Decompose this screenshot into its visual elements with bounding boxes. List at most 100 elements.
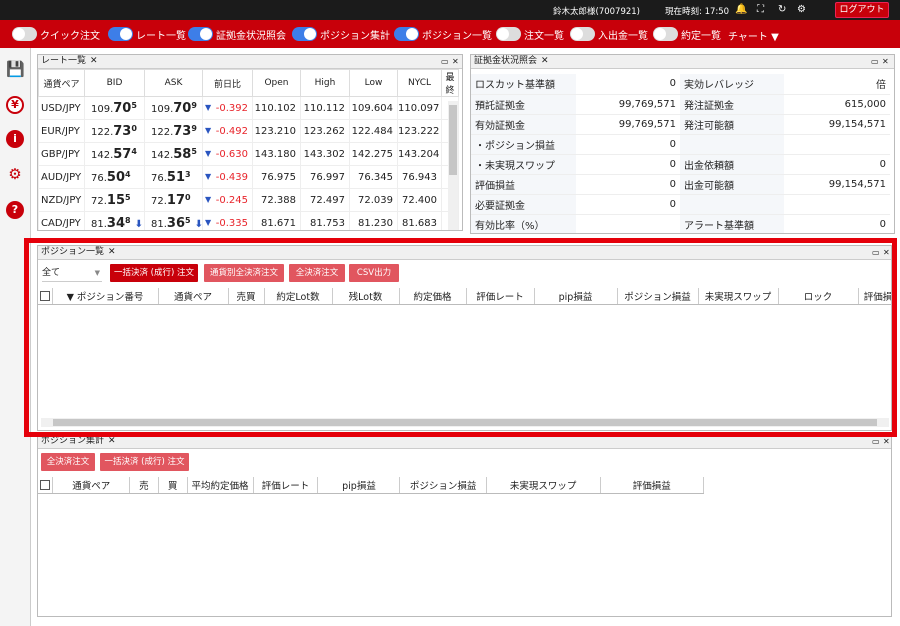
close-icon[interactable]: ✕: [108, 436, 116, 446]
panel-close-icon[interactable]: ✕: [452, 55, 459, 68]
col-header[interactable]: ポジション損益: [617, 288, 699, 305]
ask-cell[interactable]: 72.170: [144, 188, 203, 212]
maximize-icon[interactable]: ▭: [871, 55, 879, 68]
down-triangle-icon: ▼: [205, 125, 212, 135]
col-header[interactable]: ASK: [144, 69, 203, 97]
bid-cell[interactable]: 81.348 ⬇: [84, 211, 145, 230]
col-header[interactable]: ポジション損益: [399, 477, 487, 494]
bid-cell[interactable]: 109.705: [84, 96, 145, 120]
ask-cell[interactable]: 81.365 ⬇: [144, 211, 203, 230]
close-icon[interactable]: ✕: [541, 56, 549, 66]
col-header[interactable]: 評価損益: [600, 477, 705, 494]
toggle-switch[interactable]: [570, 27, 595, 41]
bid-cell[interactable]: 142.574: [84, 142, 145, 166]
col-header[interactable]: 平均約定価格: [187, 477, 254, 494]
toggle-position-summary[interactable]: ポジション集計: [292, 26, 390, 42]
col-header[interactable]: 通貨ペア: [52, 477, 131, 494]
col-header[interactable]: NYCL: [397, 69, 442, 97]
maximize-icon[interactable]: ▭: [872, 435, 880, 448]
ask-cell[interactable]: 76.513: [144, 165, 203, 189]
table-row[interactable]: GBP/JPY 142.574 142.585 ▼ -0.630 143.180 143.3…: [38, 142, 459, 166]
col-header[interactable]: ▼ ポジション番号: [52, 288, 159, 305]
save-icon[interactable]: 💾: [6, 60, 25, 78]
col-header[interactable]: 売: [129, 477, 159, 494]
help-icon[interactable]: ?: [6, 201, 24, 219]
toggle-switch[interactable]: [653, 27, 678, 41]
panel-close-icon[interactable]: ✕: [883, 246, 890, 259]
col-header[interactable]: 売買: [228, 288, 265, 305]
col-header[interactable]: pip損益: [534, 288, 618, 305]
col-header[interactable]: 未実現スワップ: [698, 288, 779, 305]
col-header[interactable]: 通貨ペア: [158, 288, 229, 305]
bell-icon[interactable]: 🔔: [735, 4, 747, 15]
col-header[interactable]: 約定価格: [399, 288, 467, 305]
close-all-button[interactable]: 全決済注文: [289, 264, 345, 282]
bulk-market-close-button[interactable]: 一括決済 (成行) 注文: [100, 453, 189, 471]
ask-cell[interactable]: 109.709: [144, 96, 203, 120]
col-header[interactable]: BID: [84, 69, 145, 97]
col-header[interactable]: 評価レート: [253, 477, 319, 494]
bid-cell[interactable]: 122.730: [84, 119, 145, 143]
ask-cell[interactable]: 142.585: [144, 142, 203, 166]
toggle-margin-status[interactable]: 証拠金状況照会: [188, 26, 286, 42]
toggle-switch[interactable]: [394, 27, 419, 41]
col-header[interactable]: 評価損: [858, 288, 891, 305]
col-header[interactable]: 未実現スワップ: [486, 477, 601, 494]
close-by-currency-button[interactable]: 通貨別全決済注文: [204, 264, 284, 282]
close-icon[interactable]: ✕: [108, 247, 116, 257]
col-header[interactable]: Low: [349, 69, 398, 97]
col-header[interactable]: 買: [158, 477, 188, 494]
pair-cell: CAD/JPY: [38, 211, 85, 230]
toggle-switch[interactable]: [12, 27, 37, 41]
table-row[interactable]: AUD/JPY 76.504 76.513 ▼ -0.439 76.975 76.997 76…: [38, 165, 459, 189]
chart-menu[interactable]: チャート ▼: [728, 28, 779, 43]
table-row[interactable]: USD/JPY 109.705 109.709 ▼ -0.392 110.102 110.1…: [38, 96, 459, 120]
col-header[interactable]: 前日比: [202, 69, 253, 97]
toggle-deposit-list[interactable]: 入出金一覧: [570, 26, 648, 42]
toggle-position-list[interactable]: ポジション一覧: [394, 26, 492, 42]
ask-cell[interactable]: 122.739: [144, 119, 203, 143]
toggle-order-list[interactable]: 注文一覧: [496, 26, 564, 42]
col-header[interactable]: High: [300, 69, 350, 97]
horizontal-scrollbar[interactable]: [41, 418, 889, 427]
csv-export-button[interactable]: CSV出力: [349, 264, 399, 282]
settings-gear-icon[interactable]: ⚙: [6, 165, 24, 183]
info-icon[interactable]: i: [6, 130, 24, 148]
bid-cell[interactable]: 76.504: [84, 165, 145, 189]
panel-close-icon[interactable]: ✕: [882, 55, 889, 68]
col-header[interactable]: 通貨ペア: [38, 69, 85, 97]
col-header[interactable]: Open: [252, 69, 301, 97]
bid-cell[interactable]: 72.155: [84, 188, 145, 212]
table-row[interactable]: CAD/JPY 81.348 ⬇ 81.365 ⬇ ▼ -0.335 81.671 81.753…: [38, 211, 459, 230]
col-header[interactable]: 残Lot数: [332, 288, 400, 305]
table-row[interactable]: EUR/JPY 122.730 122.739 ▼ -0.492 123.210 123.2…: [38, 119, 459, 143]
table-row[interactable]: NZD/JPY 72.155 72.170 ▼ -0.245 72.388 72.497 72…: [38, 188, 459, 212]
toggle-switch[interactable]: [188, 27, 213, 41]
panel-close-icon[interactable]: ✕: [883, 435, 890, 448]
close-all-button[interactable]: 全決済注文: [41, 453, 95, 471]
col-header[interactable]: ロック: [778, 288, 859, 305]
toggle-quick-order[interactable]: クイック注文: [12, 26, 100, 42]
gear-icon[interactable]: ⚙: [797, 4, 806, 15]
bulk-market-close-button[interactable]: 一括決済 (成行) 注文: [110, 264, 198, 282]
close-icon[interactable]: ✕: [90, 56, 98, 66]
fullscreen-icon[interactable]: ⛶: [757, 4, 764, 15]
toggle-switch[interactable]: [292, 27, 317, 41]
col-header[interactable]: 最終: [441, 69, 459, 97]
yen-icon[interactable]: ¥: [6, 96, 24, 114]
refresh-icon[interactable]: ↻: [778, 4, 786, 15]
position-filter-select[interactable]: 全て ▼: [42, 264, 102, 282]
col-header[interactable]: 評価レート: [466, 288, 535, 305]
toggle-rate-list[interactable]: レート一覧: [108, 26, 186, 42]
select-all-checkbox[interactable]: [38, 477, 54, 494]
logout-button[interactable]: ログアウト: [835, 2, 889, 18]
col-header[interactable]: pip損益: [317, 477, 401, 494]
maximize-icon[interactable]: ▭: [441, 55, 449, 68]
toggle-switch[interactable]: [108, 27, 133, 41]
toggle-execution-list[interactable]: 約定一覧: [653, 26, 721, 42]
toggle-switch[interactable]: [496, 27, 521, 41]
vertical-scrollbar[interactable]: [448, 101, 458, 230]
col-header[interactable]: 約定Lot数: [264, 288, 333, 305]
select-all-checkbox[interactable]: [38, 288, 53, 305]
maximize-icon[interactable]: ▭: [872, 246, 880, 259]
